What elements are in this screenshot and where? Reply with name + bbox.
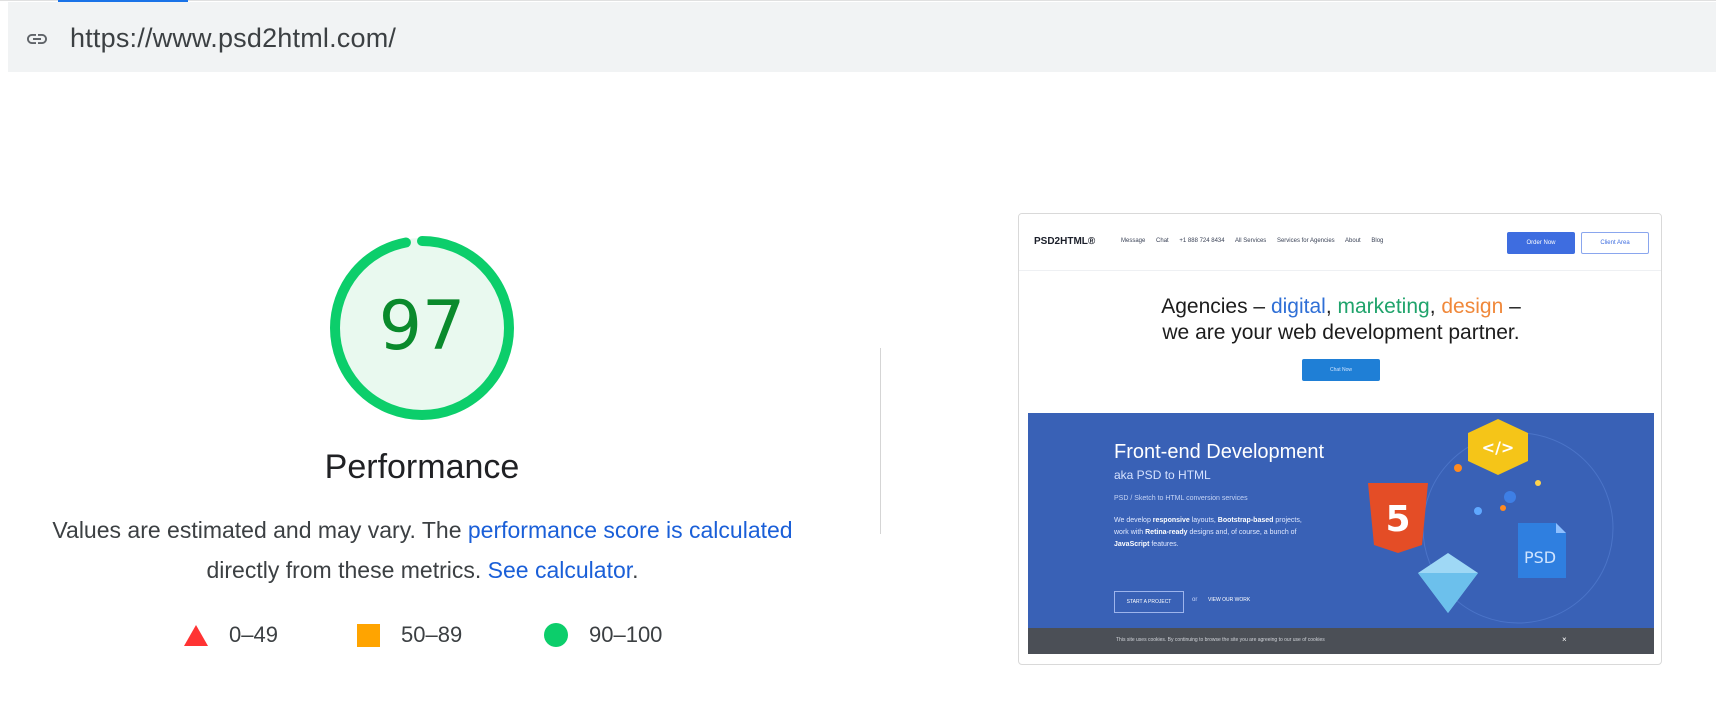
code-hexagon-icon: </> <box>1468 419 1528 475</box>
svg-text:PSD: PSD <box>1524 548 1556 567</box>
thumb-start-project-button: START A PROJECT <box>1114 591 1184 613</box>
thumb-fe-paragraph2: We develop responsive layouts, Bootstrap… <box>1114 515 1314 551</box>
thumb-hero-suffix: – <box>1503 295 1521 318</box>
thumb-client-button: Client Area <box>1581 232 1649 254</box>
category-title: Performance <box>324 448 520 486</box>
link-icon <box>27 34 47 44</box>
url-text[interactable]: https://www.psd2html.com/ <box>70 23 396 54</box>
thumb-fe-paragraph1: PSD / Sketch to HTML conversion services <box>1114 495 1248 502</box>
legend-item-pass: 90–100 <box>544 622 662 648</box>
top-border <box>0 0 1716 1</box>
score-description: Values are estimated and may vary. The p… <box>40 510 805 590</box>
orange-dot <box>1454 464 1462 472</box>
thumb-or-text: or <box>1192 597 1198 603</box>
legend-range-average: 50–89 <box>401 622 463 647</box>
html5-shield-icon: 5 <box>1368 483 1428 553</box>
square-icon <box>357 623 380 647</box>
thumb-nav-agencies: Services for Agencies <box>1276 238 1335 244</box>
description-prefix: Values are estimated and may vary. The <box>52 517 468 543</box>
thumb-hero-marketing: marketing <box>1337 295 1430 318</box>
svg-text:</>: </> <box>1482 438 1515 457</box>
legend-item-fail: 0–49 <box>184 622 278 648</box>
thumb-illustration: 5 </> PSD <box>1368 419 1614 624</box>
thumb-cookie-close-icon: × <box>1562 635 1567 644</box>
blue-hex-dot <box>1504 491 1516 503</box>
thumb-nav-items: Message Chat +1 888 724 8434 All Service… <box>1121 238 1392 244</box>
fe-p2-f: Retina-ready <box>1145 529 1188 536</box>
thumb-hero-sep2: , <box>1429 295 1442 318</box>
fe-p2-i: features. <box>1149 541 1179 548</box>
thumb-nav-chat: Chat <box>1156 238 1169 244</box>
fe-p2-d: Bootstrap-based <box>1217 517 1274 524</box>
yellow-dot <box>1535 480 1541 486</box>
score-calculation-link[interactable]: performance score is calculated <box>468 517 793 543</box>
fe-p2-h: JavaScript <box>1114 541 1150 548</box>
description-end: . <box>632 557 639 583</box>
legend-range-pass: 90–100 <box>589 622 663 647</box>
thumb-hero-line2: we are your web development partner. <box>1162 321 1520 344</box>
fe-p2-c: layouts, <box>1189 517 1218 524</box>
thumb-nav-message: Message <box>1121 238 1146 244</box>
thumb-hero-digital: digital <box>1270 295 1326 318</box>
thumb-hero-prefix: Agencies – <box>1161 295 1271 318</box>
thumb-order-button: Order Now <box>1507 232 1575 254</box>
performance-score: 97 <box>378 287 466 366</box>
thumb-cookie-bar: This site uses cookies. By continuing to… <box>1028 628 1654 654</box>
page-screenshot-thumbnail[interactable]: PSD2HTML® Message Chat +1 888 724 8434 A… <box>1018 213 1662 665</box>
circle-icon <box>544 623 568 647</box>
thumb-nav-services: All Services <box>1234 238 1267 244</box>
thumb-nav-about: About <box>1345 238 1361 244</box>
svg-text:5: 5 <box>1385 499 1410 540</box>
legend-range-fail: 0–49 <box>229 622 278 647</box>
thumb-hero-sep1: , <box>1325 295 1338 318</box>
thumb-nav-phone: +1 888 724 8434 <box>1179 238 1225 244</box>
fe-p2-a: We develop <box>1114 517 1153 524</box>
description-middle: directly from these metrics. <box>206 557 488 583</box>
thumb-hero-design: design <box>1441 295 1504 318</box>
thumb-navbar: PSD2HTML® Message Chat +1 888 724 8434 A… <box>1019 214 1661 271</box>
triangle-icon <box>184 624 208 646</box>
thumb-cta-button: Chat Now <box>1302 359 1380 381</box>
thumb-frontend-section: Front-end Development aka PSD to HTML PS… <box>1028 413 1654 628</box>
thumb-logo: PSD2HTML® <box>1034 236 1096 247</box>
thumb-hero-line1: Agencies – digital, marketing, design – <box>1019 295 1661 319</box>
thumb-nav-blog: Blog <box>1371 238 1384 244</box>
fe-p2-g: designs and, of course, a bunch of <box>1187 529 1297 536</box>
thumb-fe-subtitle: aka PSD to HTML <box>1114 468 1211 482</box>
legend-item-average: 50–89 <box>357 622 462 648</box>
orange-dot-small <box>1500 505 1506 511</box>
thumb-view-work-link: VIEW OUR WORK <box>1208 597 1251 603</box>
blue-dot <box>1474 507 1482 515</box>
fe-p2-b: responsive <box>1152 517 1190 524</box>
thumb-fe-title: Front-end Development <box>1114 441 1325 463</box>
psd-file-icon: PSD <box>1518 523 1566 578</box>
diamond-icon <box>1418 553 1478 613</box>
url-bar[interactable]: https://www.psd2html.com/ <box>8 2 1716 72</box>
thumb-cookie-text: This site uses cookies. By continuing to… <box>1116 637 1325 643</box>
see-calculator-link[interactable]: See calculator <box>488 557 632 583</box>
section-divider <box>880 348 881 534</box>
